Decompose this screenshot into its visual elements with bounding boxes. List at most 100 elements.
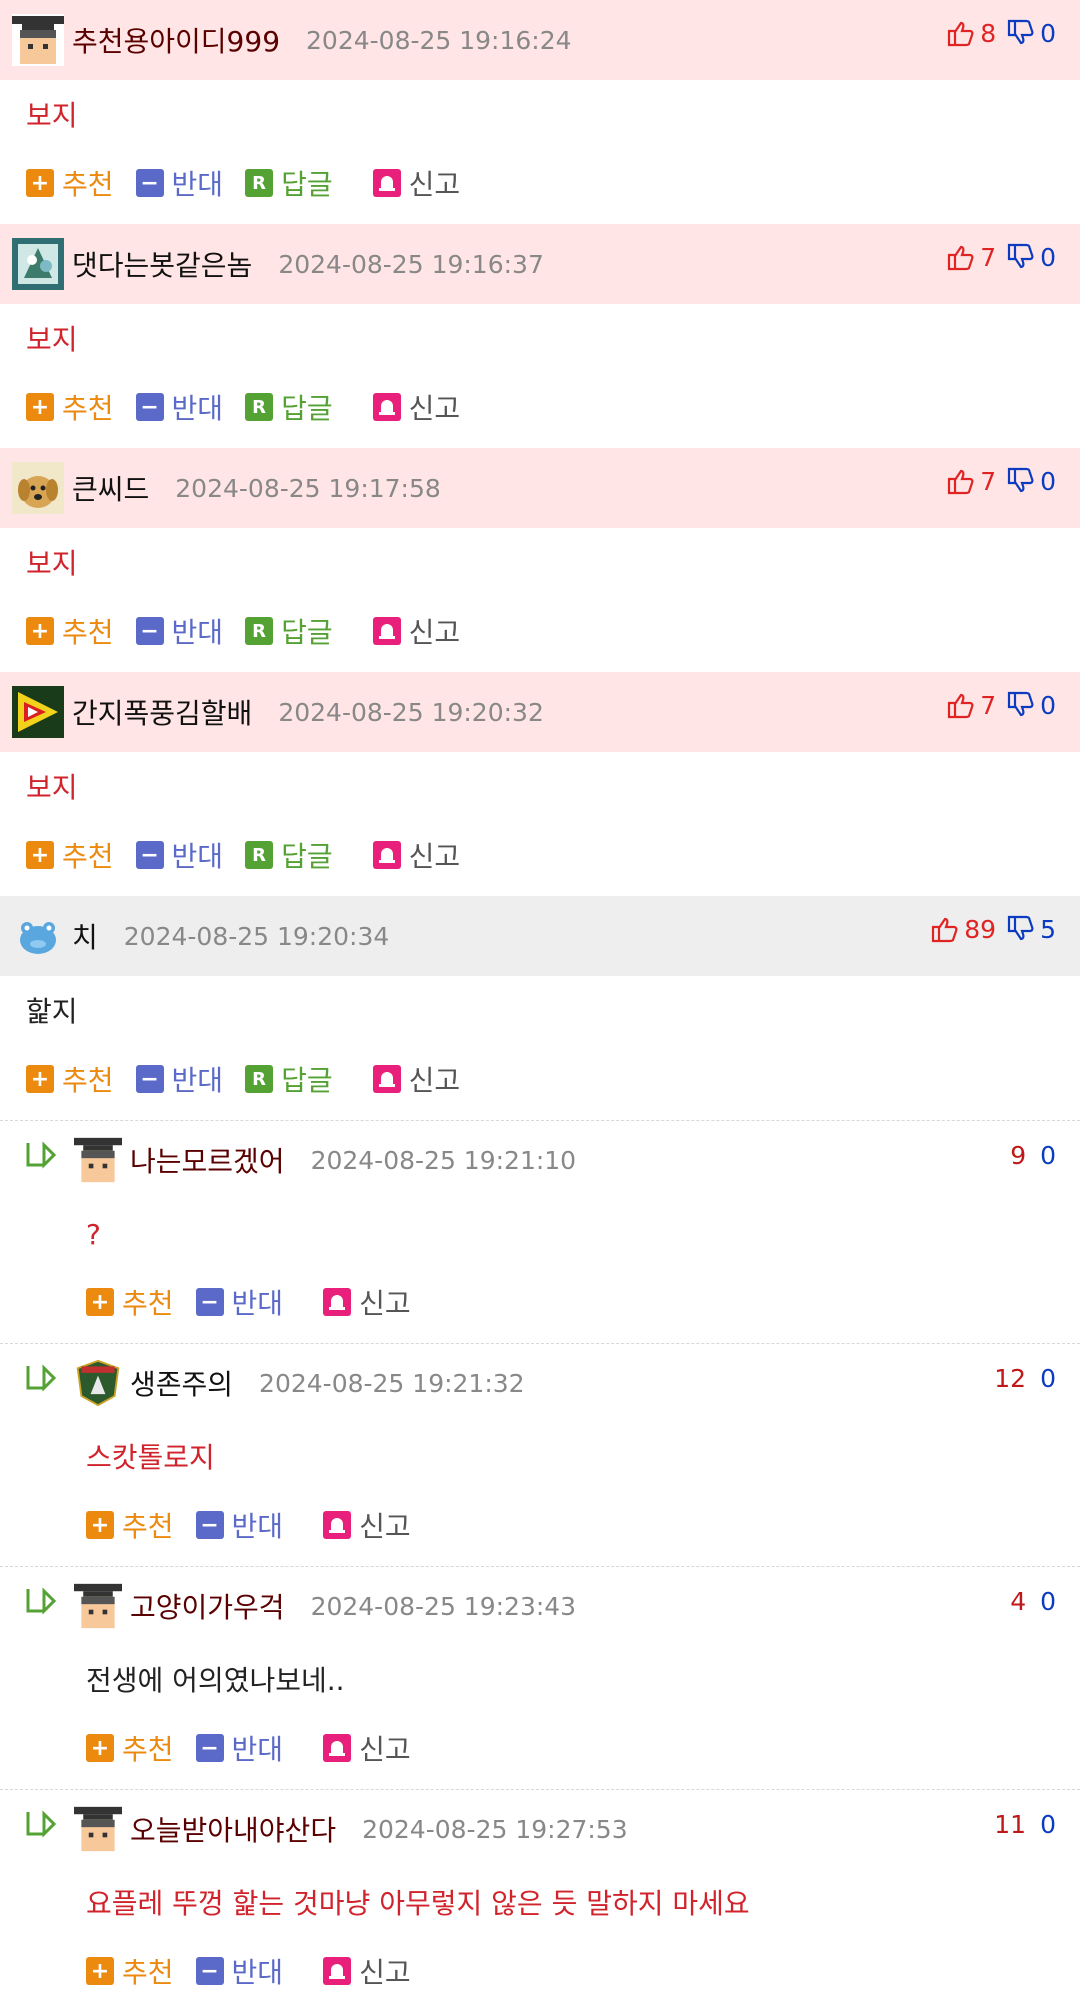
reply-label: 답글 — [281, 392, 333, 425]
report-label: 신고 — [408, 840, 461, 873]
avatar[interactable] — [74, 1136, 122, 1184]
vote-counts: 11 0 — [994, 1810, 1056, 1839]
report-button[interactable]: 신고 — [372, 1059, 460, 1099]
report-label: 신고 — [359, 1510, 411, 1543]
report-button[interactable]: 신고 — [323, 1282, 411, 1322]
dislike-count: 0 — [1040, 466, 1056, 496]
recommend-label: 추천 — [122, 1510, 174, 1543]
like-count: 12 — [994, 1364, 1027, 1393]
oppose-button[interactable]: − 반대 — [195, 1505, 283, 1545]
oppose-button[interactable]: − 반대 — [135, 163, 223, 203]
avatar[interactable] — [74, 1582, 122, 1630]
avatar[interactable] — [12, 462, 64, 514]
comment-nickname[interactable]: 추천용아이디999 — [72, 20, 280, 60]
thumb-up-icon[interactable] — [946, 18, 976, 48]
avatar[interactable] — [12, 14, 64, 66]
avatar[interactable] — [74, 1359, 122, 1407]
reply-button[interactable]: R 답글 — [245, 387, 333, 427]
report-button[interactable]: 신고 — [372, 163, 460, 203]
reply-button[interactable]: R 답글 — [245, 835, 333, 875]
report-button[interactable]: 신고 — [372, 611, 460, 651]
reply-actions: + 추천 − 반대 신고 — [0, 1271, 1080, 1343]
avatar[interactable] — [74, 1805, 122, 1853]
reply-nickname[interactable]: 고양이가우걱 — [130, 1586, 285, 1626]
siren-icon — [372, 1065, 401, 1093]
recommend-button[interactable]: + 추천 — [86, 1951, 174, 1991]
avatar[interactable] — [12, 910, 64, 962]
thumb-up-icon[interactable] — [946, 690, 976, 720]
report-button[interactable]: 신고 — [323, 1728, 411, 1768]
report-button[interactable]: 신고 — [323, 1505, 411, 1545]
reply-item: 오늘받아내야산다 2024-08-25 19:27:53 11 0 요플레 뚜껑… — [0, 1789, 1080, 2012]
thumb-down-icon[interactable] — [1006, 690, 1036, 720]
oppose-button[interactable]: − 반대 — [195, 1728, 283, 1768]
reply-r-icon: R — [245, 841, 274, 869]
comment-text: 보지 — [26, 547, 78, 580]
oppose-button[interactable]: − 반대 — [195, 1282, 284, 1322]
plus-icon: + — [86, 1511, 114, 1539]
oppose-button[interactable]: − 반대 — [135, 835, 223, 875]
reply-button[interactable]: R 답글 — [245, 163, 333, 203]
comment-nickname[interactable]: 치 — [72, 916, 98, 956]
recommend-button[interactable]: + 추천 — [86, 1728, 174, 1768]
siren-icon — [323, 1288, 352, 1316]
comment-timestamp: 2024-08-25 19:20:32 — [278, 697, 544, 727]
report-button[interactable]: 신고 — [372, 387, 461, 427]
like-count: 89 — [964, 914, 997, 944]
reply-r-icon: R — [245, 617, 274, 645]
oppose-button[interactable]: − 반대 — [195, 1951, 284, 1991]
reply-nickname[interactable]: 생존주의 — [130, 1363, 233, 1403]
thumb-up-icon[interactable] — [946, 466, 976, 496]
reply-text: 요플레 뚜껑 핥는 것마냥 아무렇지 않은 듯 말하지 마세요 — [86, 1887, 750, 1920]
recommend-button[interactable]: + 추천 — [86, 1282, 174, 1322]
thumb-down-icon[interactable] — [1006, 466, 1036, 496]
report-label: 신고 — [408, 392, 461, 425]
oppose-button[interactable]: − 반대 — [135, 611, 224, 651]
oppose-label: 반대 — [171, 392, 224, 425]
oppose-button[interactable]: − 반대 — [135, 387, 224, 427]
oppose-label: 반대 — [171, 616, 224, 649]
thumb-up-icon[interactable] — [930, 914, 960, 944]
reply-nickname[interactable]: 나는모르겠어 — [130, 1140, 285, 1180]
recommend-button[interactable]: + 추천 — [26, 163, 114, 203]
report-button[interactable]: 신고 — [372, 835, 461, 875]
minus-icon: − — [135, 1065, 164, 1093]
comment-actions: + 추천 − 반대 R 답글 신고 — [0, 1048, 1080, 1120]
reply-button[interactable]: R 답글 — [245, 1059, 333, 1099]
minus-icon: − — [135, 841, 164, 869]
recommend-button[interactable]: + 추천 — [26, 1059, 114, 1099]
reply-arrow-icon — [26, 1810, 57, 1838]
comment-nickname[interactable]: 큰씨드 — [72, 468, 149, 508]
siren-icon — [372, 841, 401, 869]
recommend-button[interactable]: + 추천 — [26, 611, 114, 651]
recommend-button[interactable]: + 추천 — [86, 1505, 174, 1545]
plus-icon: + — [26, 841, 54, 869]
oppose-label: 반대 — [231, 1956, 284, 1989]
dislike-count: 0 — [1040, 1141, 1056, 1170]
minus-icon: − — [195, 1734, 224, 1762]
thumb-down-icon[interactable] — [1006, 18, 1036, 48]
plus-icon: + — [26, 617, 54, 645]
comment-nickname[interactable]: 간지폭풍김할배 — [72, 692, 252, 732]
reply-r-icon: R — [245, 393, 274, 421]
comment-header: 간지폭풍김할배 2024-08-25 19:20:32 7 0 — [0, 672, 1080, 752]
reply-button[interactable]: R 답글 — [245, 611, 333, 651]
comment-item: 치 2024-08-25 19:20:34 89 5 핥지 + 추천 − 반대 R답… — [0, 896, 1080, 1120]
thumb-up-icon[interactable] — [946, 242, 976, 272]
reply-nickname[interactable]: 오늘받아내야산다 — [130, 1809, 336, 1849]
recommend-button[interactable]: + 추천 — [26, 835, 114, 875]
oppose-button[interactable]: − 반대 — [135, 1059, 223, 1099]
like-count: 7 — [980, 690, 997, 720]
reply-timestamp: 2024-08-25 19:27:53 — [362, 1814, 628, 1844]
oppose-label: 반대 — [231, 1287, 284, 1320]
avatar[interactable] — [12, 686, 64, 738]
report-label: 신고 — [359, 1287, 411, 1320]
like-count: 8 — [980, 18, 997, 48]
thumb-down-icon[interactable] — [1006, 242, 1036, 272]
report-button[interactable]: 신고 — [323, 1951, 411, 1991]
comment-nickname[interactable]: 댓다는봇같은놈 — [72, 244, 252, 284]
reply-item: 나는모르겠어 2024-08-25 19:21:10 9 0 ? + 추천 − 반대… — [0, 1120, 1080, 1343]
thumb-down-icon[interactable] — [1006, 914, 1036, 944]
recommend-button[interactable]: + 추천 — [26, 387, 114, 427]
avatar[interactable] — [12, 238, 64, 290]
